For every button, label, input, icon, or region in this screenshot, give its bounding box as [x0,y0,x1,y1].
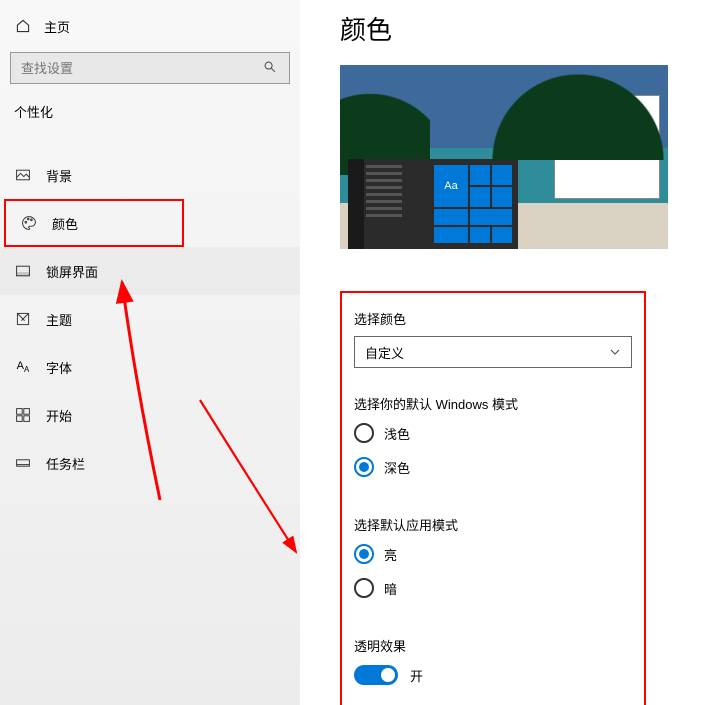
search-input[interactable] [21,61,263,76]
sidebar-item-fonts[interactable]: AA 字体 [0,343,300,391]
page-title: 颜色 [340,0,699,65]
radio-label: 深色 [384,458,410,477]
sidebar-item-lockscreen[interactable]: 锁屏界面 [0,247,300,295]
sidebar-item-start[interactable]: 开始 [0,391,300,439]
home-label: 主页 [44,17,70,36]
sidebar-item-colors[interactable]: 颜色 [4,199,184,247]
category-title: 个性化 [0,94,300,133]
radio-label: 浅色 [384,424,410,443]
dropdown-value: 自定义 [365,343,404,362]
sidebar-item-label: 开始 [46,406,72,425]
theme-icon [14,310,32,328]
sidebar-item-background[interactable]: 背景 [0,151,300,199]
preview-start-menu: Aa [348,159,518,249]
home-icon [14,17,32,35]
sidebar-item-themes[interactable]: 主题 [0,295,300,343]
picture-icon [14,166,32,184]
radio-windows-light[interactable]: 浅色 [354,423,632,443]
color-mode-dropdown[interactable]: 自定义 [354,336,632,368]
sample-text: 示例文本 [563,112,607,128]
chevron-down-icon [609,346,621,358]
transparency-toggle[interactable] [354,665,398,685]
radio-icon [354,457,374,477]
palette-icon [20,214,38,232]
start-icon [14,406,32,424]
sidebar-item-label: 字体 [46,358,72,377]
sidebar-item-label: 任务栏 [46,454,85,473]
search-icon [263,60,279,76]
transparency-label: 透明效果 [354,636,632,655]
preview-tile: Aa [434,165,468,207]
main-content: 颜色 Aa 示例文本 选择颜色 自定义 选择你的默认 Windows 模式 [300,0,719,705]
sidebar: 主页 个性化 背景 颜色 锁屏界面 主题 AA 字体 开始 任务栏 [0,0,300,705]
lockscreen-icon [14,262,32,280]
font-icon: AA [14,358,32,376]
radio-label: 暗 [384,579,397,598]
sidebar-item-label: 颜色 [52,214,78,233]
app-mode-label: 选择默认应用模式 [354,515,632,534]
radio-app-light[interactable]: 亮 [354,544,632,564]
sidebar-item-label: 主题 [46,310,72,329]
color-settings-panel: 选择颜色 自定义 选择你的默认 Windows 模式 浅色 深色 选择默认应用模… [340,291,646,705]
radio-windows-dark[interactable]: 深色 [354,457,632,477]
windows-mode-label: 选择你的默认 Windows 模式 [354,394,632,413]
radio-icon [354,578,374,598]
sidebar-item-label: 锁屏界面 [46,262,98,281]
choose-color-label: 选择颜色 [354,309,632,328]
sidebar-item-taskbar[interactable]: 任务栏 [0,439,300,487]
radio-icon [354,423,374,443]
radio-label: 亮 [384,545,397,564]
sidebar-item-label: 背景 [46,166,72,185]
preview-sample-window: 示例文本 [554,95,660,199]
taskbar-icon [14,454,32,472]
radio-app-dark[interactable]: 暗 [354,578,632,598]
radio-icon [354,544,374,564]
toggle-state-label: 开 [410,666,423,685]
home-link[interactable]: 主页 [0,8,300,44]
search-input-wrap[interactable] [10,52,290,84]
color-preview: Aa 示例文本 [340,65,668,249]
